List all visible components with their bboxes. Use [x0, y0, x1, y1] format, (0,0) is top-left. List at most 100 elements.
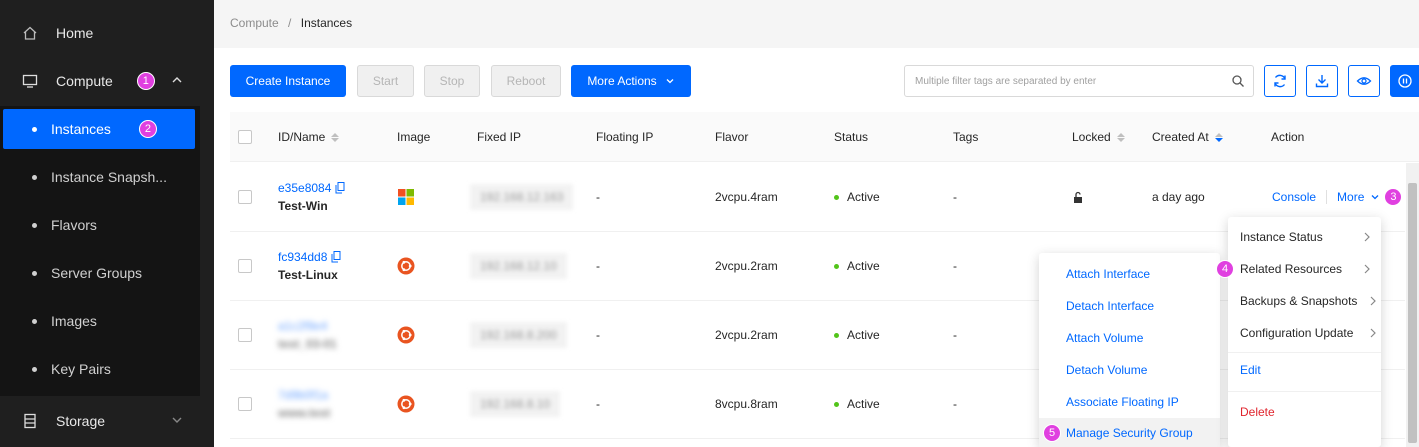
sidebar-item-label: Server Groups	[51, 265, 143, 281]
sort-icon[interactable]	[331, 132, 340, 142]
more-actions-button[interactable]: More Actions	[571, 65, 691, 97]
sidebar-item-flavors[interactable]: Flavors	[0, 201, 200, 249]
menu-attach-interface[interactable]: Attach Interface	[1039, 258, 1220, 290]
sidebar-item-label: Instance Snapsh...	[51, 169, 167, 185]
stop-button[interactable]: Stop	[424, 65, 480, 97]
flavor-cell: 8vcpu.8ram	[715, 397, 778, 411]
nav-storage[interactable]: Storage	[0, 397, 214, 445]
chevron-down-icon	[170, 413, 184, 427]
row-checkbox[interactable]	[238, 370, 252, 438]
breadcrumb-parent[interactable]: Compute	[230, 16, 279, 30]
copy-icon	[335, 182, 345, 194]
status-cell: Active	[834, 370, 880, 438]
sidebar-item-instances[interactable]: Instances 2	[3, 109, 195, 149]
nav-compute[interactable]: Compute 1	[0, 57, 214, 105]
instance-name: Test-Win	[278, 199, 328, 213]
download-icon	[1314, 73, 1330, 89]
search-icon[interactable]	[1231, 74, 1245, 88]
col-idname[interactable]: ID/Name	[278, 112, 340, 162]
menu-instance-status[interactable]: Instance Status	[1228, 221, 1381, 253]
id-name-cell: e35e8084 Test-Win	[278, 163, 345, 231]
sidebar-item-instance-snapshots[interactable]: Instance Snapsh...	[0, 153, 200, 201]
sidebar-item-images[interactable]: Images	[0, 297, 200, 345]
copy-icon	[331, 251, 341, 263]
menu-backups-snapshots[interactable]: Backups & Snapshots	[1228, 285, 1381, 317]
tags-cell: -	[953, 259, 957, 273]
id-name-cell: 7d9b0f1a www.test	[278, 370, 330, 438]
table-scrollbar[interactable]	[1406, 163, 1419, 447]
fixed-ip-cell: 192.168.12.163	[470, 163, 574, 231]
menu-delete[interactable]: Delete	[1228, 396, 1381, 428]
scrollbar-thumb[interactable]	[1408, 183, 1417, 443]
chevron-right-icon	[1363, 231, 1371, 243]
col-tags: Tags	[953, 130, 979, 144]
menu-related-resources[interactable]: Related Resources	[1228, 253, 1381, 285]
search-input[interactable]: Multiple filter tags are separated by en…	[904, 65, 1254, 97]
col-flavor: Flavor	[715, 130, 749, 144]
reboot-button[interactable]: Reboot	[491, 65, 561, 97]
console-link[interactable]: Console	[1272, 190, 1316, 204]
sort-icon[interactable]	[1116, 132, 1125, 142]
fixed-ip-cell: 192.168.8.10	[470, 370, 561, 438]
search-placeholder: Multiple filter tags are separated by en…	[915, 75, 1097, 87]
chevron-down-icon	[665, 76, 675, 86]
download-button[interactable]	[1306, 65, 1338, 97]
sidebar-item-key-pairs[interactable]: Key Pairs	[0, 345, 200, 393]
more-actions-label: More Actions	[587, 74, 657, 88]
row-checkbox[interactable]	[238, 232, 252, 300]
menu-detach-interface[interactable]: Detach Interface	[1039, 290, 1220, 322]
create-instance-button[interactable]: Create Instance	[230, 65, 346, 97]
instance-id-link[interactable]: 7d9b0f1a	[278, 388, 328, 402]
menu-associate-floating-ip[interactable]: Associate Floating IP	[1039, 386, 1220, 418]
floating-ip-cell: -	[596, 397, 600, 411]
select-all-checkbox[interactable]	[238, 112, 252, 162]
eye-icon	[1356, 73, 1372, 89]
flavor-cell: 2vcpu.2ram	[715, 259, 778, 273]
flavor-cell: 2vcpu.4ram	[715, 190, 778, 204]
sort-icon[interactable]	[1214, 132, 1223, 142]
refresh-button[interactable]	[1264, 65, 1296, 97]
instance-id-link[interactable]: e35e8084	[278, 181, 345, 195]
instance-id-link[interactable]: a1c2f9e4	[278, 319, 327, 333]
chevron-up-icon	[170, 73, 184, 87]
menu-attach-volume[interactable]: Attach Volume	[1039, 322, 1220, 354]
menu-edit[interactable]: Edit	[1228, 354, 1381, 386]
menu-manage-security-group[interactable]: 5 Manage Security Group	[1039, 418, 1220, 447]
row-checkbox[interactable]	[238, 163, 252, 231]
menu-configuration-update[interactable]: Configuration Update	[1228, 317, 1381, 349]
instance-name: test_03-01	[278, 337, 337, 351]
more-menu: Instance Status Related Resources Backup…	[1228, 217, 1381, 447]
status-cell: Active	[834, 232, 880, 300]
menu-detach-volume[interactable]: Detach Volume	[1039, 354, 1220, 386]
step-badge-3: 3	[1384, 188, 1403, 206]
more-link[interactable]: More	[1337, 190, 1364, 204]
home-icon	[20, 23, 40, 43]
col-created-at[interactable]: Created At	[1152, 112, 1223, 162]
column-visibility-button[interactable]	[1348, 65, 1380, 97]
monitor-icon	[20, 71, 40, 91]
sidebar-item-server-groups[interactable]: Server Groups	[0, 249, 200, 297]
ubuntu-icon	[397, 232, 415, 300]
col-locked[interactable]: Locked	[1072, 112, 1125, 162]
step-badge-4: 4	[1216, 260, 1234, 278]
tags-cell: -	[953, 190, 957, 204]
instance-name: www.test	[278, 406, 331, 420]
instance-id-link[interactable]: fc934dd8	[278, 250, 341, 264]
tags-cell: -	[953, 328, 957, 342]
id-name-cell: fc934dd8 Test-Linux	[278, 232, 341, 300]
start-button[interactable]: Start	[357, 65, 414, 97]
floating-ip-cell: -	[596, 259, 600, 273]
info-button[interactable]	[1390, 65, 1419, 97]
floating-ip-cell: -	[596, 328, 600, 342]
step-badge-2: 2	[138, 120, 157, 138]
row-checkbox[interactable]	[238, 301, 252, 369]
ubuntu-icon	[397, 301, 415, 369]
created-at-cell: a day ago	[1152, 190, 1205, 204]
breadcrumb-current: Instances	[300, 16, 353, 30]
col-created-label: Created At	[1152, 130, 1209, 144]
table-header: ID/Name Image Fixed IP Floating IP Flavo…	[230, 112, 1419, 162]
related-resources-menu: Attach Interface Detach Interface Attach…	[1039, 253, 1220, 447]
col-fixed-ip: Fixed IP	[477, 130, 522, 144]
sidebar-item-label: Images	[51, 313, 97, 329]
nav-home[interactable]: Home	[0, 9, 214, 57]
